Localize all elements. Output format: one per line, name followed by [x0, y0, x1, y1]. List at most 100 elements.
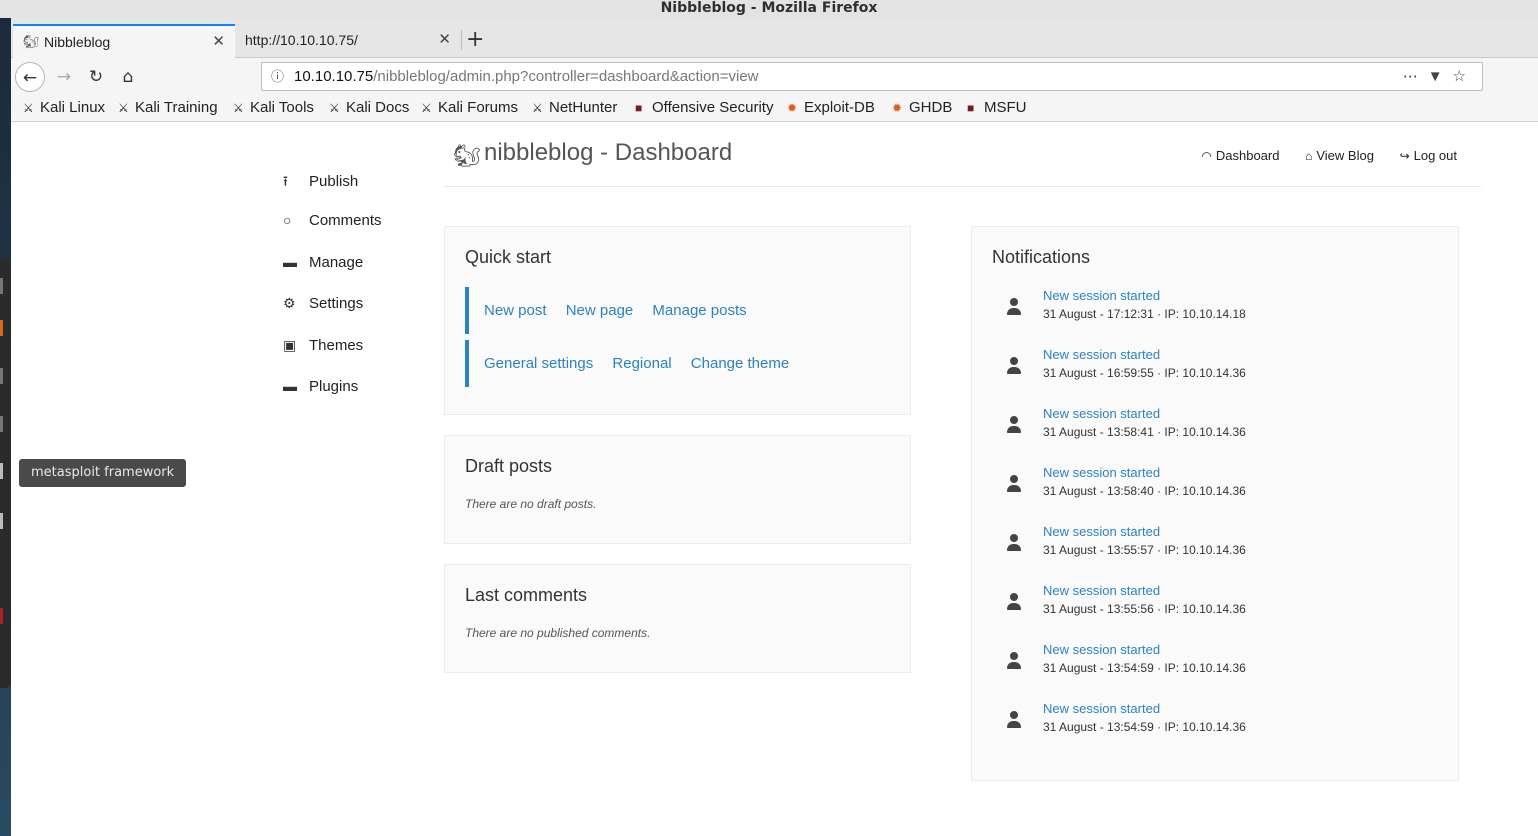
sidebar-item-comments[interactable]: ○ Comments	[283, 212, 433, 236]
folder-icon: ▬	[283, 378, 297, 394]
dock-launcher[interactable]	[0, 608, 3, 624]
image-icon: ▣	[283, 337, 297, 353]
sidebar-item-label: Settings	[309, 295, 364, 312]
bookmark-kali-docs[interactable]: ⚔ Kali Docs	[329, 99, 409, 116]
sidebar-item-manage[interactable]: ▬ Manage	[283, 254, 433, 278]
new-page-link[interactable]: New page	[566, 287, 634, 334]
tab-close-icon[interactable]: ✕	[438, 24, 451, 56]
kali-dragon-icon: ⚔	[421, 101, 432, 115]
bookmark-kali-forums[interactable]: ⚔ Kali Forums	[421, 99, 518, 116]
bookmark-kali-training[interactable]: ⚔ Kali Training	[118, 99, 218, 116]
new-post-link[interactable]: New post	[484, 287, 547, 334]
bookmark-label: Exploit-DB	[804, 99, 875, 116]
sidebar-item-label: Plugins	[309, 378, 359, 395]
notification-title[interactable]: New session started	[1043, 347, 1160, 362]
bookmark-label: Offensive Security	[652, 99, 774, 116]
bookmark-kali-tools[interactable]: ⚔ Kali Tools	[233, 99, 314, 116]
bookmark-msfu[interactable]: ■ MSFU	[967, 99, 1027, 116]
desktop-dock	[0, 258, 11, 688]
bookmark-kali-linux[interactable]: ⚔ Kali Linux	[23, 99, 105, 116]
dock-launcher[interactable]	[0, 416, 3, 432]
dock-launcher[interactable]	[0, 513, 3, 529]
bookmark-nethunter[interactable]: ⚔ NetHunter	[532, 99, 617, 116]
desktop-edge	[0, 0, 11, 836]
site-info-icon[interactable]: ⓘ	[271, 63, 284, 90]
manage-posts-link[interactable]: Manage posts	[652, 287, 746, 334]
draft-posts-panel: Draft posts There are no draft posts.	[444, 435, 911, 544]
notifications-panel: Notifications New session started 31 Aug…	[971, 226, 1459, 781]
regional-link[interactable]: Regional	[612, 340, 671, 387]
tab-url[interactable]: http://10.10.10.75/ ✕	[235, 24, 461, 58]
tab-close-icon[interactable]: ✕	[212, 26, 225, 58]
bookmark-label: Kali Tools	[250, 99, 314, 116]
kali-dragon-icon: ⚔	[118, 101, 129, 115]
home-icon[interactable]: ⌂	[113, 62, 143, 92]
url-actions: ⋯▼☆	[1403, 63, 1476, 90]
logout-link[interactable]: ↪ Log out	[1400, 148, 1457, 163]
home-icon: ⌂	[1305, 149, 1313, 163]
dock-launcher-metasploit[interactable]	[0, 463, 3, 479]
notification-title[interactable]: New session started	[1043, 642, 1160, 657]
notification-item: New session started 31 August - 13:58:40…	[993, 465, 1393, 505]
view-blog-link[interactable]: ⌂ View Blog	[1305, 148, 1374, 163]
comment-icon: ○	[283, 212, 292, 228]
notification-meta: 31 August - 13:54:59 · IP: 10.10.14.36	[1043, 720, 1246, 734]
pocket-icon[interactable]: ▼	[1428, 68, 1453, 85]
dashboard-link[interactable]: ◠ Dashboard	[1201, 148, 1279, 163]
notification-title[interactable]: New session started	[1043, 524, 1160, 539]
quick-start-row: General settings Regional Change theme	[465, 340, 895, 387]
sidebar-item-settings[interactable]: ⚙ Settings	[283, 295, 433, 319]
bookmark-label: NetHunter	[549, 99, 618, 116]
bookmark-offensive-security[interactable]: ■ Offensive Security	[635, 99, 773, 116]
notification-title[interactable]: New session started	[1043, 465, 1160, 480]
notification-title[interactable]: New session started	[1043, 583, 1160, 598]
reload-icon[interactable]: ↻	[81, 62, 111, 92]
upload-icon: ⭱	[283, 173, 288, 189]
sidebar-item-plugins[interactable]: ▬ Plugins	[283, 378, 433, 402]
new-tab-icon[interactable]: +	[466, 26, 484, 54]
notification-item: New session started 31 August - 13:55:57…	[993, 524, 1393, 564]
bookmark-label: Kali Training	[135, 99, 218, 116]
gauge-icon: ◠	[1201, 149, 1212, 163]
sidebar-item-label: Themes	[309, 337, 364, 354]
notification-title[interactable]: New session started	[1043, 701, 1160, 716]
bookmark-label: Kali Linux	[40, 99, 106, 116]
url-bar[interactable]: ⓘ 10.10.10.75/nibbleblog/admin.php?contr…	[261, 62, 1483, 91]
tab-nibbleblog[interactable]: 🐿 Nibbleblog ✕	[13, 24, 235, 58]
msfu-icon: ■	[967, 101, 975, 115]
notification-meta: 31 August - 16:59:55 · IP: 10.10.14.36	[1043, 366, 1246, 380]
sidebar-item-publish[interactable]: ⭱ Publish	[283, 171, 433, 195]
general-settings-link[interactable]: General settings	[484, 340, 593, 387]
back-arrow-icon[interactable]: ←	[15, 62, 45, 92]
sidebar-item-label: Manage	[309, 254, 364, 271]
notification-item: New session started 31 August - 16:59:55…	[993, 347, 1393, 387]
change-theme-link[interactable]: Change theme	[691, 340, 789, 387]
dock-tooltip: metasploit framework	[19, 459, 187, 487]
logout-link-label: Log out	[1413, 148, 1457, 163]
user-icon	[1004, 592, 1024, 612]
forward-arrow-icon[interactable]: →	[49, 62, 79, 92]
dashboard-link-label: Dashboard	[1215, 148, 1280, 163]
draft-posts-empty: There are no draft posts.	[465, 497, 597, 511]
view-blog-link-label: View Blog	[1316, 148, 1374, 163]
quick-start-row: New post New page Manage posts	[465, 287, 895, 334]
notification-meta: 31 August - 17:12:31 · IP: 10.10.14.18	[1043, 307, 1246, 321]
gear-icon: ⚙	[283, 295, 296, 311]
squirrel-favicon-icon: 🐿	[23, 34, 40, 49]
bookmark-star-icon[interactable]: ☆	[1453, 68, 1476, 85]
bookmark-ghdb[interactable]: ✹ GHDB	[892, 99, 952, 116]
dock-launcher[interactable]	[0, 368, 3, 384]
notification-meta: 31 August - 13:54:59 · IP: 10.10.14.36	[1043, 661, 1246, 675]
window-title: Nibbleblog - Mozilla Firefox	[0, 0, 1538, 18]
dock-launcher[interactable]	[0, 320, 3, 336]
bookmark-exploit-db[interactable]: ✹ Exploit-DB	[787, 99, 875, 116]
notification-title[interactable]: New session started	[1043, 288, 1160, 303]
sidebar-item-themes[interactable]: ▣ Themes	[283, 337, 433, 361]
url-host: 10.10.10.75	[294, 68, 374, 85]
user-icon	[1004, 356, 1024, 376]
notification-title[interactable]: New session started	[1043, 406, 1160, 421]
dock-launcher[interactable]	[0, 278, 3, 294]
notification-item: New session started 31 August - 17:12:31…	[993, 288, 1393, 328]
url-text: 10.10.10.75/nibbleblog/admin.php?control…	[294, 63, 759, 90]
more-actions-icon[interactable]: ⋯	[1403, 68, 1428, 85]
